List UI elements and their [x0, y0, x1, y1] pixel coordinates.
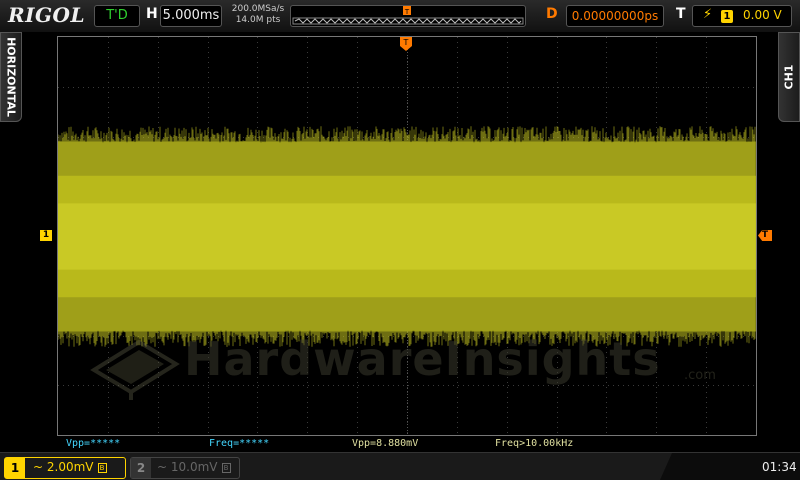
noise-band-center: [58, 203, 756, 270]
sample-rate: 200.0MSa/s: [231, 4, 285, 14]
memory-zigzag: [294, 18, 522, 24]
ch1-offset-marker[interactable]: 1: [40, 230, 52, 241]
measurement-freq-2: Freq>10.00kHz: [495, 438, 574, 449]
trigger-label: T: [676, 6, 686, 22]
svg-text:T: T: [404, 8, 410, 16]
system-clock: 01:34: [762, 460, 797, 474]
sampling-info: 200.0MSa/s 14.0M pts: [228, 4, 288, 26]
ch1-menu-tab[interactable]: CH1: [778, 32, 800, 122]
rising-edge-icon: ⚡: [703, 7, 713, 22]
timebase-value[interactable]: 5.000ms: [160, 5, 222, 27]
bandwidth-limit-icon: B: [97, 462, 107, 473]
delay-value[interactable]: 0.00000000ps: [566, 5, 664, 27]
horizontal-tab-label: HORIZONTAL: [4, 37, 18, 117]
measurement-vpp-2: Vpp=8.880mV: [352, 438, 419, 449]
watermark-suffix: .com: [684, 368, 716, 383]
ac-coupling-icon: ~: [33, 460, 44, 474]
bottom-status-bar: 1 ~ 2.00mV B 2 ~ 10.0mV B 01:34: [0, 452, 800, 480]
trigger-settings[interactable]: ⚡ 1 0.00 V: [692, 5, 792, 27]
horizontal-label: H: [146, 6, 158, 22]
trigger-position-top-marker[interactable]: T: [400, 37, 412, 51]
memory-overview[interactable]: T: [290, 5, 526, 27]
channel-2-indicator[interactable]: 2 ~ 10.0mV B: [130, 457, 240, 479]
delay-label: D: [546, 6, 558, 22]
trigger-level-marker[interactable]: T: [758, 230, 772, 241]
channel-1-number: 1: [5, 458, 25, 478]
channel-1-indicator[interactable]: 1 ~ 2.00mV B: [4, 457, 126, 479]
channel-2-number: 2: [131, 458, 151, 478]
trigger-level-value: 0.00 V: [743, 8, 782, 22]
memory-overview-graphic: T: [292, 6, 524, 25]
channel-2-scale: ~ 10.0mV B: [157, 460, 231, 474]
watermark-text: HardwareInsights: [184, 332, 661, 386]
trigger-source-channel: 1: [721, 10, 733, 23]
top-status-bar: RIGOL T'D H 5.000ms 200.0MSa/s 14.0M pts…: [0, 0, 800, 32]
mode-indicator[interactable]: T'D: [94, 5, 140, 27]
bandwidth-limit-icon: B: [221, 462, 231, 473]
rigol-logo: RIGOL: [8, 3, 86, 27]
channel-2-volts-div: 10.0mV: [170, 460, 218, 474]
channel-1-volts-div: 2.00mV: [46, 460, 94, 474]
memory-depth: 14.0M pts: [235, 15, 281, 25]
channel-1-scale: ~ 2.00mV B: [33, 460, 107, 474]
measurement-vpp-1: Vpp=*****: [66, 438, 121, 449]
ch1-tab-label: CH1: [782, 64, 796, 90]
ac-coupling-icon: ~: [157, 460, 168, 474]
measurement-freq-1: Freq=*****: [209, 438, 270, 449]
horizontal-menu-tab[interactable]: HORIZONTAL: [0, 32, 22, 122]
ch1-noise-trace: [58, 126, 756, 347]
svg-text:T: T: [403, 38, 409, 47]
watermark-logo-icon: [90, 339, 180, 400]
